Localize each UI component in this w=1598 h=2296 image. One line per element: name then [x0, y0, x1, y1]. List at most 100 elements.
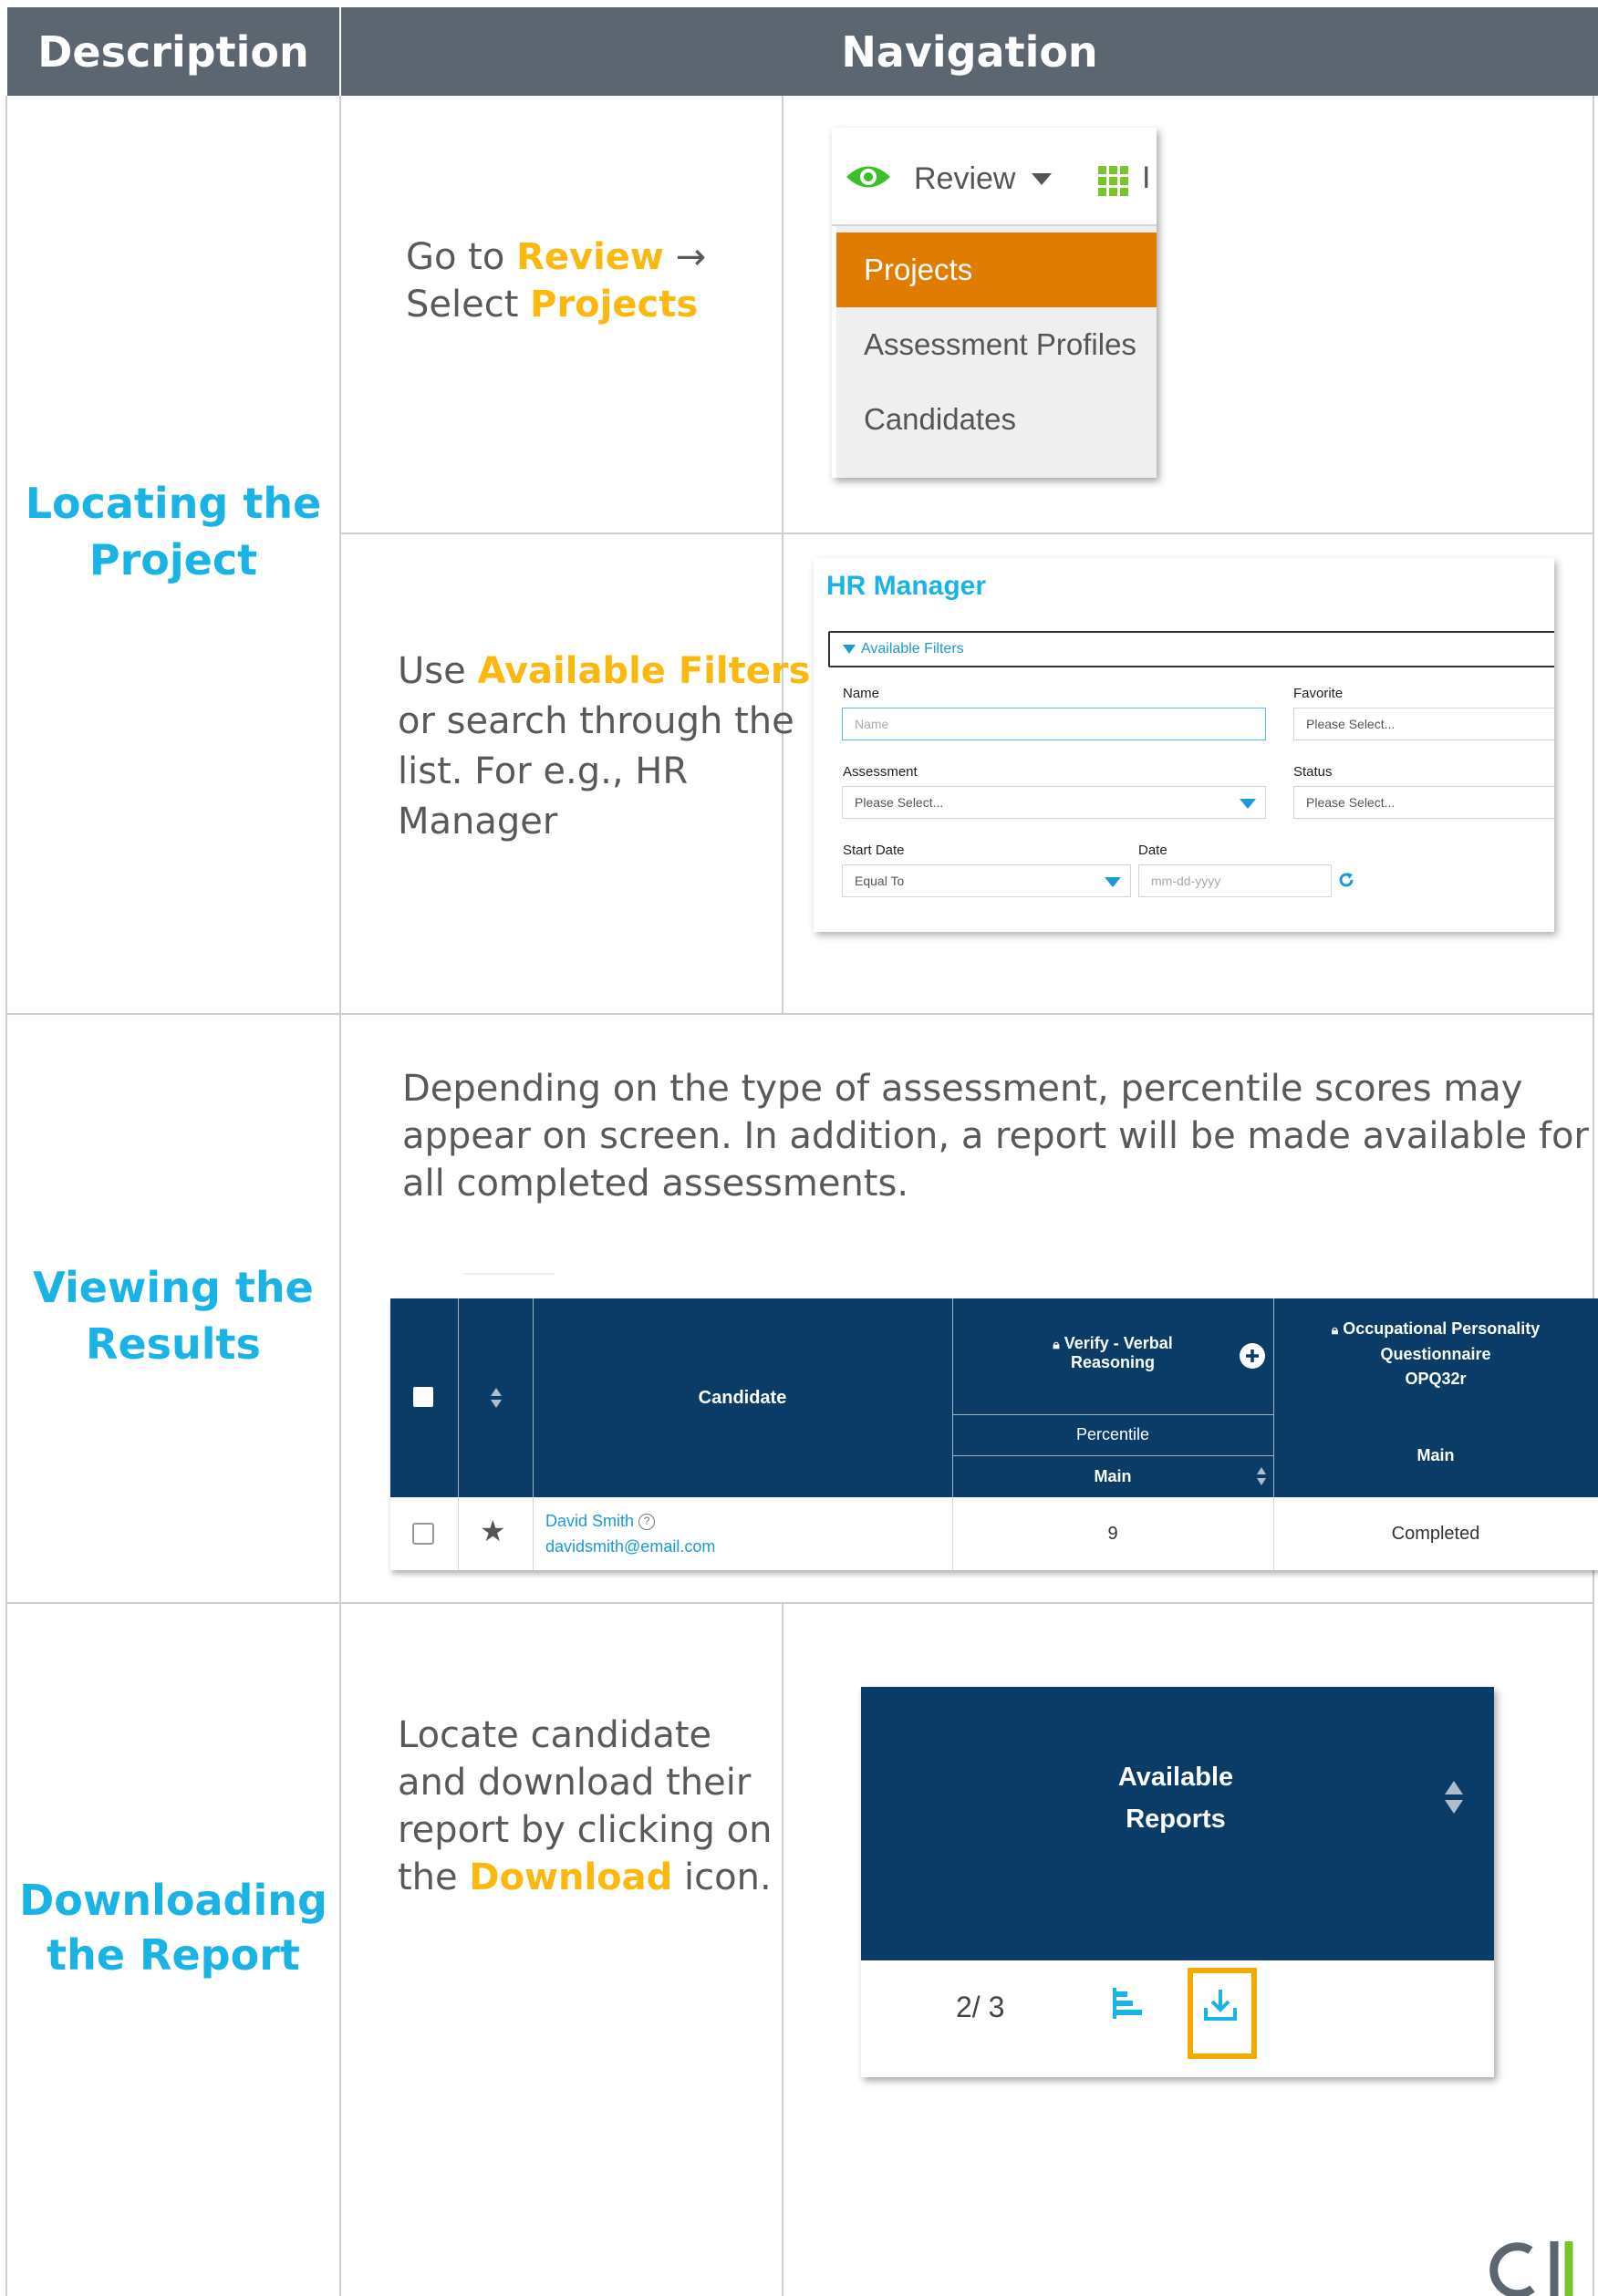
download-highlight: Download — [469, 1856, 673, 1898]
step2-line4: Manager — [398, 801, 558, 843]
review-dropdown: Projects Assessment Profiles Candidates — [836, 226, 1157, 478]
start-date-select[interactable]: Equal To — [842, 864, 1131, 897]
subcolumn-divider-1 — [782, 96, 783, 1015]
favorite-select[interactable]: Please Select... — [1293, 708, 1554, 740]
description-header: Description — [7, 7, 339, 96]
lock-icon: 🔒︎ — [1331, 1322, 1339, 1337]
triangle-down-icon — [843, 645, 856, 654]
grid-icon[interactable] — [1098, 166, 1129, 197]
menu-item-assessment-profiles[interactable]: Assessment Profiles — [836, 307, 1157, 382]
status-select[interactable]: Please Select... — [1293, 786, 1554, 819]
viewing-label: Viewing the Results — [9, 1259, 337, 1372]
hr-manager-title: HR Manager — [826, 571, 987, 601]
available-filters-label: Available Filters — [861, 641, 964, 657]
step1-text-2: Select — [406, 284, 531, 326]
assessment-label: Assessment — [843, 764, 918, 780]
favorite-label: Favorite — [1293, 686, 1344, 701]
download-line3: report by clicking on — [398, 1809, 773, 1851]
help-icon[interactable]: ? — [638, 1514, 656, 1530]
menu-item-candidates[interactable]: Candidates — [836, 382, 1157, 457]
row-divider — [533, 1497, 534, 1570]
viewing-description: Depending on the type of assessment, per… — [402, 1065, 1589, 1207]
menu-item-projects[interactable]: Projects — [836, 233, 1157, 307]
step2-line3: list. For e.g., HR — [398, 750, 689, 792]
status-label: Status — [1293, 764, 1333, 780]
candidate-header[interactable]: Candidate — [533, 1298, 952, 1497]
candidate-name-link[interactable]: David Smith — [545, 1512, 634, 1530]
row-divider — [458, 1497, 459, 1570]
caret-down-icon — [1240, 799, 1256, 809]
caret-down-icon[interactable] — [1032, 173, 1052, 185]
star-icon[interactable]: ★ — [480, 1514, 506, 1548]
sort-icon[interactable] — [1445, 1781, 1463, 1814]
review-menu-bar: Review I — [832, 128, 1157, 226]
caret-down-icon — [1105, 877, 1121, 887]
plus-circle-icon[interactable] — [1239, 1342, 1266, 1370]
step2-description: Use Available Filters or search through … — [398, 646, 810, 847]
start-date-value: Equal To — [855, 874, 905, 888]
row-checkbox[interactable] — [412, 1523, 434, 1545]
header-divider — [458, 1298, 459, 1497]
small-divider — [463, 1273, 555, 1275]
row-divider-2 — [5, 1602, 1594, 1604]
available-filters-highlight: Available Filters — [477, 650, 811, 692]
download-line4-pre: the — [398, 1856, 470, 1898]
sort-icon[interactable] — [491, 1388, 502, 1408]
available-reports-panel: Available Reports 2/ 3 — [861, 1687, 1494, 2077]
bar-chart-icon[interactable] — [1113, 1988, 1146, 2019]
score-cell: 9 — [1107, 1523, 1118, 1544]
viewing-line2: appear on screen. In addition, a report … — [402, 1115, 1589, 1157]
download-line2: and download their — [398, 1762, 752, 1804]
opq-column-title: 🔒︎ Occupational Personality Questionnair… — [1273, 1313, 1598, 1395]
name-label: Name — [843, 686, 880, 701]
download-icon[interactable] — [1204, 1988, 1237, 2022]
navigation-header-text: Navigation — [841, 26, 1098, 77]
row-divider-1 — [5, 1013, 1594, 1015]
clipped-label: I — [1142, 160, 1151, 195]
main-subheader[interactable]: Main — [952, 1455, 1273, 1497]
right-border — [1593, 96, 1594, 2296]
verify-title-line2: Reasoning — [1070, 1353, 1155, 1371]
review-menu-title[interactable]: Review — [914, 161, 1015, 197]
locating-label-line2: Project — [88, 535, 258, 584]
available-reports-title-line1: Available — [1117, 1763, 1234, 1792]
viewing-label-line1: Viewing the — [33, 1263, 314, 1312]
refresh-icon[interactable] — [1338, 872, 1354, 888]
date-input[interactable]: mm-dd-yyyy — [1138, 864, 1332, 897]
locating-label: Locating the Project — [9, 475, 337, 588]
step1-description: Go to Review → Select Projects — [406, 233, 706, 328]
company-logo — [1487, 2241, 1593, 2296]
opq-title-line3: OPQ32r — [1405, 1370, 1467, 1388]
report-count: 2/ 3 — [956, 1991, 1005, 2023]
percentile-subheader: Percentile — [1075, 1425, 1150, 1443]
viewing-line3: all completed assessments. — [402, 1163, 909, 1205]
opq-title-line1: Occupational Personality — [1343, 1319, 1541, 1338]
verify-column-title: 🔒︎ Verify - Verbal Reasoning — [952, 1317, 1273, 1390]
date-label: Date — [1138, 843, 1167, 858]
available-reports-title: Available Reports — [1043, 1756, 1308, 1840]
eye-icon — [846, 166, 890, 188]
available-filters-toggle[interactable]: Available Filters — [828, 631, 1554, 667]
download-line1: Locate candidate — [398, 1714, 712, 1756]
select-all-checkbox[interactable] — [413, 1387, 433, 1407]
assessment-select[interactable]: Please Select... — [842, 786, 1266, 819]
inner-row-divider — [339, 533, 1594, 534]
projects-highlight: Projects — [530, 284, 699, 326]
viewing-line1: Depending on the type of assessment, per… — [402, 1068, 1523, 1110]
sort-icon[interactable] — [1257, 1467, 1266, 1485]
review-menu: Review I Projects Assessment Profiles Ca… — [832, 128, 1157, 478]
download-line4-post: icon. — [672, 1856, 772, 1898]
name-input[interactable]: Name — [842, 708, 1266, 740]
downloading-label: Downloading the Report — [9, 1873, 337, 1982]
step2-line2: or search through the — [398, 700, 794, 742]
column-divider — [339, 96, 341, 2296]
downloading-description: Locate candidate and download their repo… — [398, 1712, 772, 1901]
downloading-label-line2: the Report — [47, 1930, 300, 1980]
opq-main-subheader: Main — [1416, 1446, 1455, 1464]
table-row[interactable]: ★ David Smith ? davidsmith@email.com 9 C… — [390, 1497, 1598, 1570]
step2-text: Use — [398, 650, 478, 692]
step1-text: Go to — [406, 236, 517, 278]
navigation-header: Navigation — [341, 7, 1598, 96]
subcolumn-divider-2 — [782, 1603, 783, 2296]
opq-title-line2: Questionnaire — [1380, 1345, 1491, 1363]
